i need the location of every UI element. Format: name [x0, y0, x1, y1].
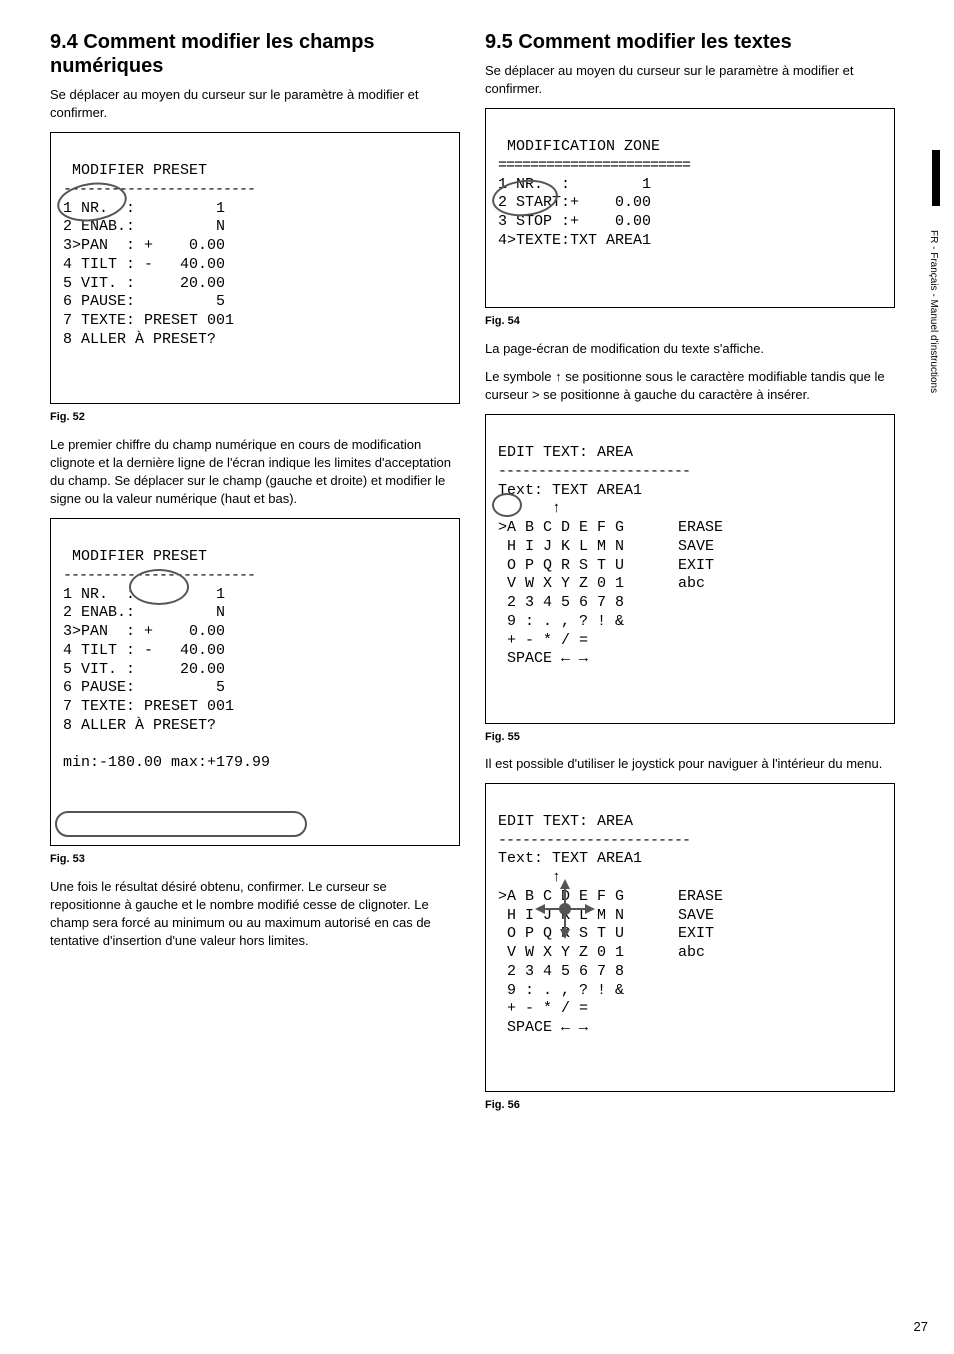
fig53-l3: 3>PAN : + 0.00	[63, 623, 225, 640]
heading-9-4: 9.4 Comment modifier les champs numériqu…	[50, 30, 460, 78]
fig56-l9: SPACE ← →	[498, 1019, 588, 1036]
fig53-l7: 7 TEXTE: PRESET 001	[63, 698, 234, 715]
fig53-screen: MODIFIER PRESET ------------------------…	[50, 518, 460, 846]
fig52-l8: 8 ALLER À PRESET?	[63, 331, 216, 348]
fig56-title: EDIT TEXT: AREA	[498, 813, 633, 830]
fig53-l2: 2 ENAB.: N	[63, 604, 225, 621]
para-9-4-intro: Se déplacer au moyen du curseur sur le p…	[50, 86, 460, 122]
fig55-dashes: ------------------------	[498, 463, 690, 480]
fig55-title: EDIT TEXT: AREA	[498, 444, 633, 461]
fig56-l1: Text: TEXT AREA1	[498, 850, 642, 867]
fig56-l7: 9 : . , ? ! &	[498, 982, 624, 999]
fig53-l1: 1 NR. : 1	[63, 586, 225, 603]
para-after-fig54a: La page-écran de modification du texte s…	[485, 340, 895, 358]
fig55-l6: 2 3 4 5 6 7 8	[498, 594, 624, 611]
fig52-screen: MODIFIER PRESET ------------------------…	[50, 132, 460, 404]
fig56-l6: 2 3 4 5 6 7 8	[498, 963, 624, 980]
side-tab-bar	[932, 150, 940, 206]
fig52-l4: 4 TILT : - 40.00	[63, 256, 225, 273]
fig55-l8: + - * / =	[498, 632, 588, 649]
fig54-screen: MODIFICATION ZONE ======================…	[485, 108, 895, 308]
fig55-screen: EDIT TEXT: AREA ------------------------…	[485, 414, 895, 723]
fig53-caption: Fig. 53	[50, 852, 460, 867]
fig53-dashes: ------------------------	[63, 567, 255, 584]
fig53-l4: 4 TILT : - 40.00	[63, 642, 225, 659]
heading-9-5: 9.5 Comment modifier les textes	[485, 30, 895, 54]
fig56-l2: >A B C D E F G ERASE	[498, 888, 723, 905]
fig52-caption: Fig. 52	[50, 410, 460, 425]
fig53-l6: 6 PAUSE: 5	[63, 679, 225, 696]
fig56-screen: EDIT TEXT: AREA ------------------------…	[485, 783, 895, 1092]
fig55-caption: Fig. 55	[485, 730, 895, 745]
fig53-minmax: min:-180.00 max:+179.99	[63, 754, 270, 771]
fig52-l1: 1 NR. : 1	[63, 200, 225, 217]
fig56-l4: O P Q R S T U EXIT	[498, 925, 714, 942]
fig54-l3: 3 STOP :+ 0.00	[498, 213, 651, 230]
side-tab: FR - Français - Manuel d'instructions	[926, 230, 948, 490]
ring-fig53b	[55, 811, 307, 837]
fig54-title: MODIFICATION ZONE	[498, 138, 660, 155]
fig52-l5: 5 VIT. : 20.00	[63, 275, 225, 292]
fig56-l5: V W X Y Z 0 1 abc	[498, 944, 705, 961]
fig52-title: MODIFIER PRESET	[63, 162, 207, 179]
para-9-5-intro: Se déplacer au moyen du curseur sur le p…	[485, 62, 895, 98]
side-tab-text: FR - Français - Manuel d'instructions	[926, 230, 940, 393]
fig54-caption: Fig. 54	[485, 314, 895, 329]
fig56-caption: Fig. 56	[485, 1098, 895, 1113]
fig55-l5: V W X Y Z 0 1 abc	[498, 575, 705, 592]
fig53-title: MODIFIER PRESET	[63, 548, 207, 565]
fig55-l9: SPACE ← →	[498, 650, 588, 667]
fig55-l3: H I J K L M N SAVE	[498, 538, 714, 555]
fig55-l2: >A B C D E F G ERASE	[498, 519, 723, 536]
fig53-l5: 5 VIT. : 20.00	[63, 661, 225, 678]
fig52-dashes: ------------------------	[63, 181, 255, 198]
page-number: 27	[914, 1318, 928, 1336]
fig52-l2: 2 ENAB.: N	[63, 218, 225, 235]
fig56-dashes: ------------------------	[498, 832, 690, 849]
right-column: 9.5 Comment modifier les textes Se dépla…	[485, 30, 895, 1124]
fig55-l7: 9 : . , ? ! &	[498, 613, 624, 630]
fig55-l1: Text: TEXT AREA1	[498, 482, 642, 499]
para-after-fig54b: Le symbole ↑ se positionne sous le carac…	[485, 368, 895, 404]
fig56-l8: + - * / =	[498, 1000, 588, 1017]
fig54-dashes: ========================	[498, 157, 690, 174]
fig55-l4: O P Q R S T U EXIT	[498, 557, 714, 574]
fig54-l4: 4>TEXTE:TXT AREA1	[498, 232, 651, 249]
fig56-l3: H I J K L M N SAVE	[498, 907, 714, 924]
fig55-arrow: ↑	[498, 500, 561, 517]
para-after-fig53: Une fois le résultat désiré obtenu, conf…	[50, 878, 460, 951]
para-after-fig55: Il est possible d'utiliser le joystick p…	[485, 755, 895, 773]
fig52-l6: 6 PAUSE: 5	[63, 293, 225, 310]
fig53-l8: 8 ALLER À PRESET?	[63, 717, 216, 734]
para-after-fig52: Le premier chiffre du champ numérique en…	[50, 436, 460, 509]
left-column: 9.4 Comment modifier les champs numériqu…	[50, 30, 460, 1124]
fig54-l1: 1 NR. : 1	[498, 176, 651, 193]
fig52-l7: 7 TEXTE: PRESET 001	[63, 312, 234, 329]
fig56-arrow: ↑	[498, 869, 561, 886]
fig52-l3: 3>PAN : + 0.00	[63, 237, 225, 254]
fig54-l2: 2 START:+ 0.00	[498, 194, 651, 211]
